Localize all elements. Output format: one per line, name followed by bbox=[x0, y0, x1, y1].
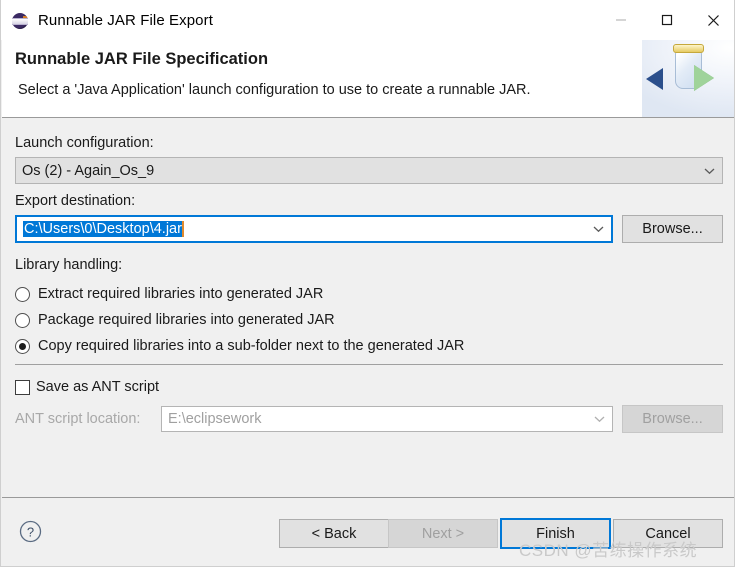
finish-button[interactable]: Finish bbox=[500, 518, 611, 549]
export-destination-combo[interactable]: C:\Users\0\Desktop\4.jar bbox=[15, 215, 613, 243]
radio-button-indicator bbox=[15, 312, 30, 328]
window-title: Runnable JAR File Export bbox=[38, 11, 213, 29]
export-destination-value: C:\Users\0\Desktop\4.jar bbox=[23, 221, 184, 237]
export-destination-label: Export destination: bbox=[15, 193, 136, 209]
minimize-icon[interactable] bbox=[598, 0, 644, 40]
chevron-down-icon bbox=[585, 225, 611, 233]
export-destination-browse-button[interactable]: Browse... bbox=[622, 215, 723, 243]
launch-configuration-value: Os (2) - Again_Os_9 bbox=[22, 162, 155, 179]
radio-button-indicator bbox=[15, 338, 30, 354]
eclipse-globe-icon bbox=[12, 12, 29, 29]
next-button: Next > bbox=[388, 519, 498, 548]
launch-configuration-combo[interactable]: Os (2) - Again_Os_9 bbox=[15, 157, 723, 184]
runnable-jar-export-dialog: Runnable JAR File Export Runnable JAR Fi… bbox=[0, 0, 735, 567]
page-title: Runnable JAR File Specification bbox=[15, 50, 269, 68]
library-handling-label: Library handling: bbox=[15, 257, 123, 273]
dialog-content: Launch configuration: Os (2) - Again_Os_… bbox=[2, 119, 734, 497]
wizard-header: Runnable JAR File Specification Select a… bbox=[2, 40, 734, 118]
radio-label: Package required libraries into generate… bbox=[38, 312, 335, 328]
chevron-down-icon bbox=[696, 167, 722, 175]
window-controls bbox=[598, 0, 734, 40]
radio-button-indicator bbox=[15, 286, 30, 302]
chevron-down-icon bbox=[586, 415, 612, 423]
maximize-icon[interactable] bbox=[644, 0, 690, 40]
launch-configuration-label: Launch configuration: bbox=[15, 135, 154, 151]
radio-package-libraries[interactable]: Package required libraries into generate… bbox=[15, 312, 335, 328]
title-bar: Runnable JAR File Export bbox=[1, 0, 734, 40]
checkbox-label: Save as ANT script bbox=[36, 379, 160, 395]
ant-script-location-value: E:\eclipsework bbox=[168, 411, 262, 427]
dialog-footer: ? < Back Next > Finish Cancel bbox=[2, 497, 734, 566]
page-description: Select a 'Java Application' launch confi… bbox=[18, 82, 531, 98]
export-destination-value-wrap: C:\Users\0\Desktop\4.jar bbox=[17, 221, 585, 237]
jar-export-icon bbox=[642, 40, 734, 117]
ant-script-browse-button: Browse... bbox=[622, 405, 723, 433]
section-divider bbox=[15, 364, 723, 365]
radio-label: Copy required libraries into a sub-folde… bbox=[38, 338, 465, 354]
close-icon[interactable] bbox=[690, 0, 734, 40]
radio-copy-libraries[interactable]: Copy required libraries into a sub-folde… bbox=[15, 338, 464, 354]
save-as-ant-script-checkbox[interactable]: Save as ANT script bbox=[15, 379, 159, 395]
ant-script-location-label: ANT script location: bbox=[15, 411, 141, 427]
radio-label: Extract required libraries into generate… bbox=[38, 286, 324, 302]
help-question-icon[interactable]: ? bbox=[19, 520, 42, 543]
svg-text:?: ? bbox=[27, 525, 34, 540]
checkbox-indicator bbox=[15, 379, 30, 395]
radio-extract-libraries[interactable]: Extract required libraries into generate… bbox=[15, 286, 323, 302]
cancel-button[interactable]: Cancel bbox=[613, 519, 723, 548]
back-button[interactable]: < Back bbox=[279, 519, 389, 548]
ant-script-location-combo[interactable]: E:\eclipsework bbox=[161, 406, 613, 432]
